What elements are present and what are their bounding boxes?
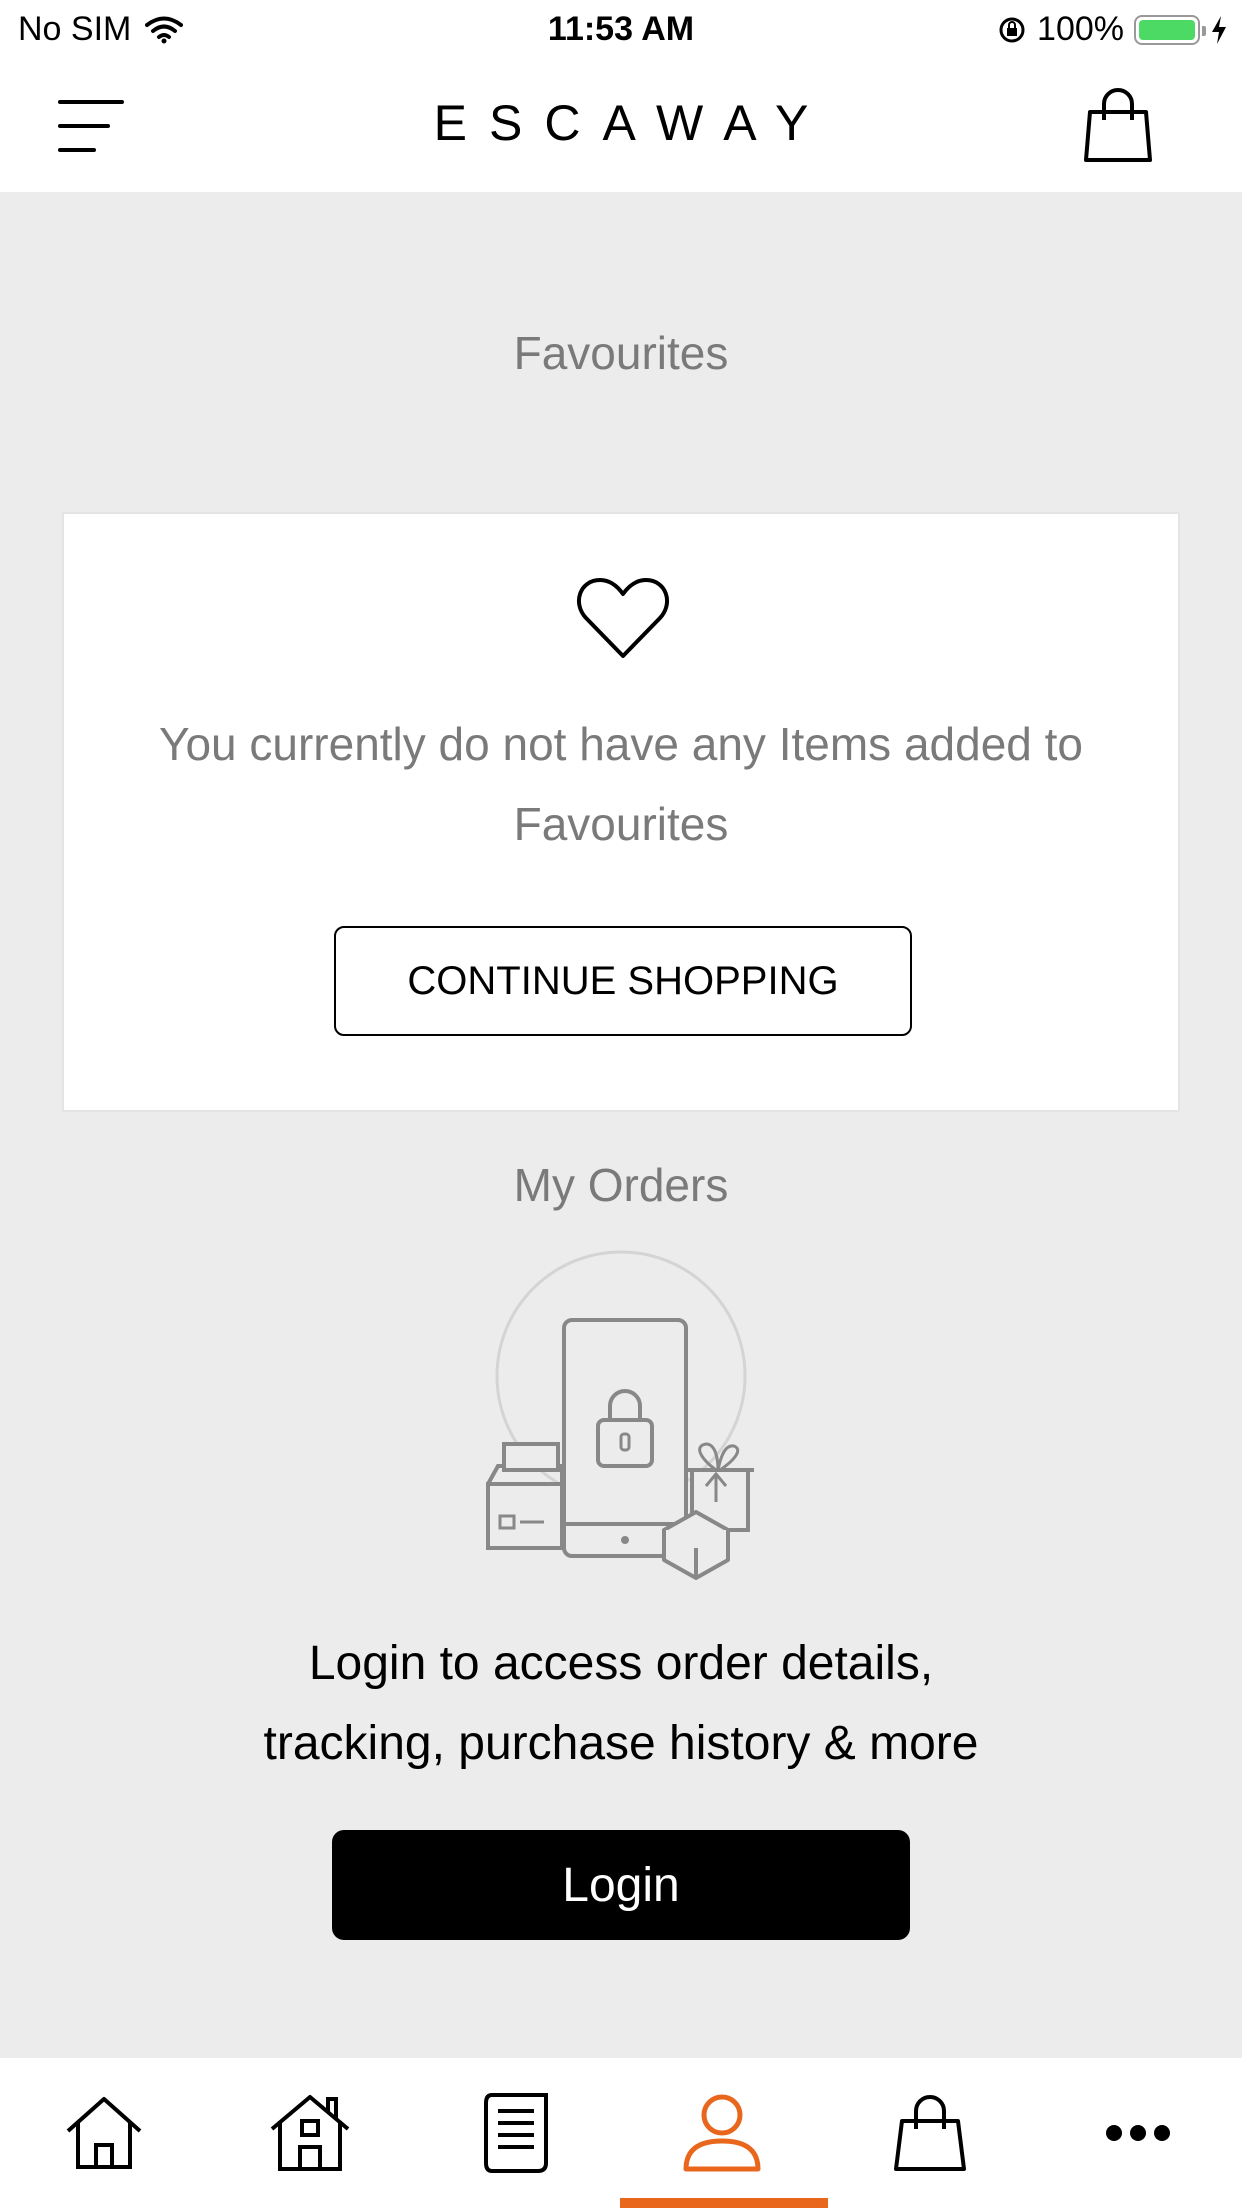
battery-icon — [1134, 14, 1206, 45]
tab-documents[interactable] — [452, 2058, 580, 2208]
login-button[interactable]: Login — [332, 1830, 910, 1940]
tab-bag[interactable] — [866, 2058, 994, 2208]
active-tab-indicator — [620, 2198, 828, 2208]
brand-logo: ESCAWAY — [433, 95, 831, 151]
favourites-empty-message: You currently do not have any Items adde… — [158, 718, 1084, 850]
battery-percentage: 100% — [1037, 10, 1124, 48]
status-right: 100% — [997, 10, 1228, 49]
bottom-tab-bar — [0, 2058, 1242, 2208]
battery-level — [1139, 19, 1195, 40]
favourites-empty-card: You currently do not have any Items adde… — [62, 512, 1180, 1112]
tab-more[interactable] — [1074, 2058, 1202, 2208]
tab-store[interactable] — [246, 2058, 374, 2208]
continue-shopping-button[interactable]: CONTINUE SHOPPING — [334, 926, 912, 1036]
tab-account[interactable] — [658, 2058, 786, 2208]
shopping-bag-icon[interactable] — [1080, 88, 1156, 164]
app-header: ESCAWAY — [0, 62, 1242, 192]
shopping-bag-icon — [894, 2095, 966, 2171]
tab-home[interactable] — [40, 2058, 168, 2208]
status-bar: No SIM 11:53 AM 100% — [0, 0, 1242, 62]
home-icon — [66, 2097, 142, 2169]
orientation-lock-icon — [999, 17, 1025, 42]
orders-title: My Orders — [513, 1159, 729, 1211]
document-icon — [484, 2093, 548, 2173]
store-icon — [270, 2095, 350, 2171]
locked-phone-illustration — [486, 1250, 754, 1580]
orders-login-message: Login to access order details, tracking,… — [263, 1637, 979, 1770]
favourites-title: Favourites — [513, 327, 729, 379]
charging-bolt-icon — [1212, 15, 1226, 44]
more-icon — [1106, 2125, 1170, 2141]
account-icon — [683, 2094, 761, 2172]
heart-icon — [576, 578, 670, 658]
